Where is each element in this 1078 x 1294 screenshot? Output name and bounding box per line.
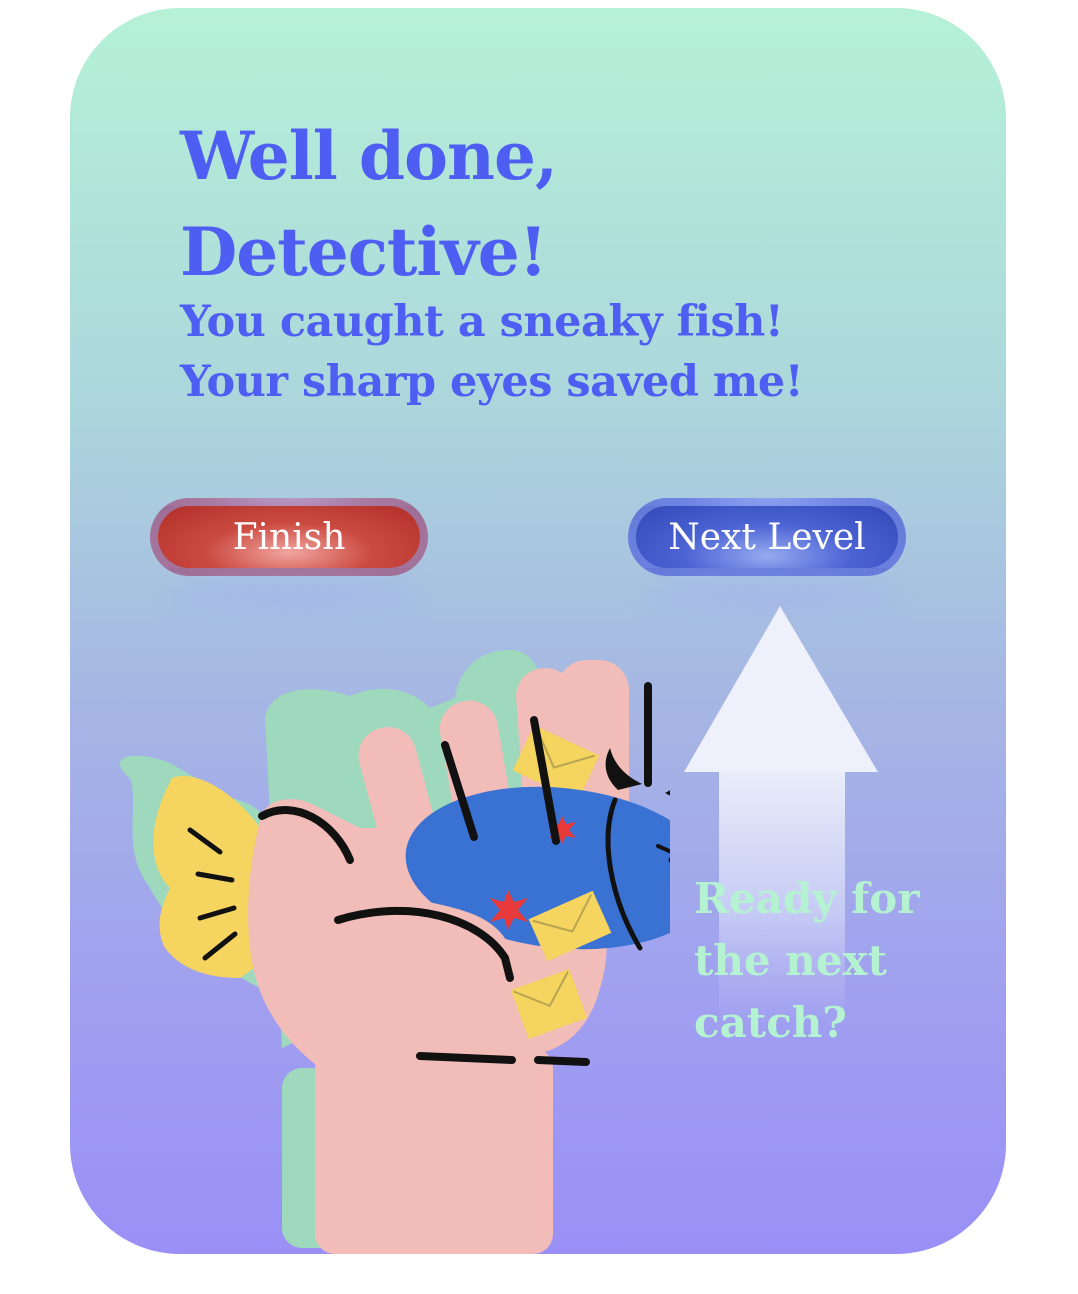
subtitle-line-2: Your sharp eyes saved me! xyxy=(180,357,804,407)
hand-fish-illustration xyxy=(119,650,670,1254)
page-title: Well done, Detective! xyxy=(180,108,558,300)
next-level-button-label: Next Level xyxy=(668,516,866,558)
subtitle: You caught a sneaky fish! Your sharp eye… xyxy=(180,292,804,412)
success-card: Well done, Detective! You caught a sneak… xyxy=(70,8,1006,1254)
finish-button-label: Finish xyxy=(232,516,346,558)
ready-line-2: the next xyxy=(694,936,887,985)
finish-button-shadow xyxy=(170,576,420,616)
title-line-1: Well done, xyxy=(180,117,558,195)
ready-line-3: catch? xyxy=(694,998,847,1047)
subtitle-line-1: You caught a sneaky fish! xyxy=(180,297,784,347)
title-line-2: Detective! xyxy=(180,213,548,291)
next-level-button[interactable]: Next Level xyxy=(628,498,906,576)
ready-line-1: Ready for xyxy=(694,874,920,923)
ready-prompt: Ready for the next catch? xyxy=(694,868,919,1054)
finish-button[interactable]: Finish xyxy=(150,498,428,576)
